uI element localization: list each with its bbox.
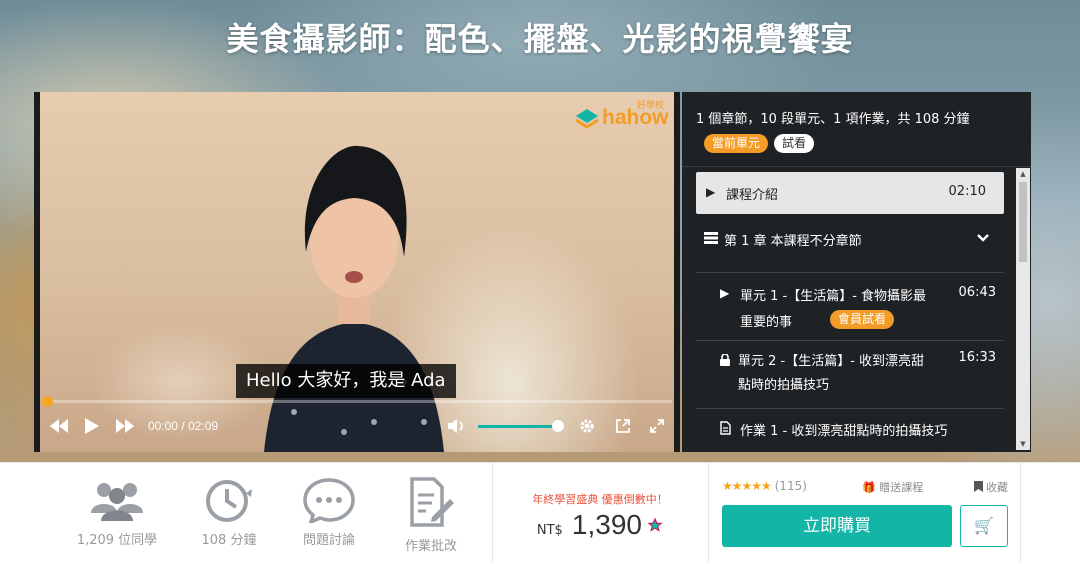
price-amount: 1,390 bbox=[571, 509, 642, 540]
add-to-cart-button[interactable]: 🛒 bbox=[960, 505, 1008, 547]
divider bbox=[1020, 463, 1021, 563]
unit-2-title-line1: 單元 2 -【生活篇】- 收到漂亮甜 bbox=[738, 354, 925, 369]
play-icon[interactable] bbox=[82, 408, 102, 444]
hahow-logo-icon bbox=[575, 109, 599, 129]
list-icon bbox=[704, 232, 718, 248]
chapter-row[interactable]: 第 1 章 本課程不分章節 bbox=[696, 228, 1004, 260]
outline-badges: 當前單元 試看 bbox=[704, 134, 815, 153]
users-icon bbox=[91, 483, 143, 521]
document-icon bbox=[720, 421, 731, 439]
rating-count: (115) bbox=[774, 479, 807, 493]
rating-stars: ★★★★★ bbox=[722, 479, 772, 493]
students-count: 1,209 位同學 bbox=[76, 533, 158, 548]
assignment-title: 作業 1 - 收到漂亮甜點時的拍攝技巧 bbox=[740, 424, 948, 439]
homework-label: 作業批改 bbox=[404, 539, 457, 554]
play-icon: ▶ bbox=[720, 286, 730, 300]
hahow-logo: hahow 好學校 bbox=[574, 101, 670, 132]
unit-2-title-line2: 點時的拍攝技巧 bbox=[738, 378, 830, 393]
current-unit-badge: 當前單元 bbox=[704, 134, 769, 153]
homework-edit-icon bbox=[410, 477, 454, 527]
progress-bar[interactable] bbox=[46, 400, 672, 403]
page-title: 美食攝影師：配色、擺盤、光影的視覺饗宴 bbox=[226, 20, 854, 58]
gift-course-link[interactable]: 🎁 贈送課程 bbox=[862, 479, 923, 495]
course-outline: 1 個章節，10 段單元、1 項作業，共 108 分鐘 當前單元 試看 ▶ 課程… bbox=[682, 92, 1031, 452]
stat-homework[interactable]: 作業批改 bbox=[376, 477, 486, 554]
price: NT$ 1,390 bbox=[494, 509, 706, 541]
list-item-assignment[interactable]: 作業 1 - 收到漂亮甜點時的拍攝技巧 bbox=[696, 418, 1004, 442]
clock-icon bbox=[206, 480, 252, 522]
list-item-unit-2[interactable]: 單元 2 -【生活篇】- 收到漂亮甜 16:33 點時的拍攝技巧 bbox=[696, 348, 1004, 402]
bookmark-icon bbox=[973, 481, 983, 492]
volume-icon[interactable] bbox=[446, 408, 468, 444]
row-separator bbox=[696, 408, 1004, 409]
course-info-bar: 1,209 位同學 108 分鐘 問題討論 作業批改 年終學習盛典 優惠倒數中！… bbox=[0, 462, 1080, 564]
intro-label: 課程介紹 bbox=[726, 188, 779, 203]
intro-duration: 02:10 bbox=[948, 184, 986, 199]
play-icon: ▶ bbox=[706, 185, 716, 199]
logo-subtext: 好學校 bbox=[636, 101, 664, 111]
outline-scrollbar[interactable]: ▲ ▼ bbox=[1016, 168, 1030, 450]
promo-text: 年終學習盛典 優惠倒數中！ bbox=[532, 493, 668, 506]
player-controls: 00:00 / 02:09 bbox=[34, 408, 680, 444]
divider bbox=[708, 463, 709, 563]
star-icon bbox=[647, 517, 663, 532]
fullscreen-icon[interactable] bbox=[646, 408, 668, 444]
member-trial-badge: 會員試看 bbox=[830, 310, 895, 329]
video-player[interactable] bbox=[34, 92, 680, 452]
stat-discussion[interactable]: 問題討論 bbox=[274, 477, 384, 548]
video-frame bbox=[40, 92, 674, 452]
unit-1-duration: 06:43 bbox=[958, 285, 996, 300]
stat-students: 1,209 位同學 bbox=[62, 477, 172, 548]
divider bbox=[492, 463, 493, 563]
scroll-down-icon[interactable]: ▼ bbox=[1016, 438, 1030, 450]
list-item-intro[interactable]: ▶ 課程介紹 02:10 bbox=[696, 172, 1004, 214]
popout-icon[interactable] bbox=[612, 408, 634, 444]
list-item-unit-1[interactable]: ▶ 單元 1 -【生活篇】- 食物攝影最 06:43 重要的事 會員試看 bbox=[696, 280, 1004, 336]
volume-handle[interactable] bbox=[552, 420, 564, 432]
scroll-thumb[interactable] bbox=[1019, 182, 1027, 262]
chapter-label: 第 1 章 本課程不分章節 bbox=[724, 234, 862, 249]
fast-forward-icon[interactable] bbox=[114, 408, 136, 444]
volume-slider[interactable] bbox=[478, 425, 558, 428]
unit-2-duration: 16:33 bbox=[958, 350, 996, 365]
current-time: 00:00 bbox=[148, 419, 179, 433]
purchase-box: ★★★★★ (115) 🎁 贈送課程 收藏 立即購買 🛒 bbox=[722, 479, 1020, 549]
outline-list: ▶ 課程介紹 02:10 第 1 章 本課程不分章節 ▶ 單元 1 -【生活篇】… bbox=[682, 168, 1015, 452]
favorite-label: 收藏 bbox=[986, 481, 1008, 494]
unit-1-title-line2: 重要的事 bbox=[740, 315, 793, 330]
total-time: 02:09 bbox=[188, 419, 219, 433]
outline-summary: 1 個章節，10 段單元、1 項作業，共 108 分鐘 bbox=[696, 112, 970, 127]
settings-gear-icon[interactable] bbox=[576, 408, 598, 444]
favorite-link[interactable]: 收藏 bbox=[973, 479, 1008, 495]
time-display: 00:00 / 02:09 bbox=[148, 408, 218, 444]
price-currency: NT$ bbox=[536, 523, 563, 538]
row-separator bbox=[696, 272, 1004, 273]
row-separator bbox=[696, 340, 1004, 341]
buy-now-button[interactable]: 立即購買 bbox=[722, 505, 952, 547]
chat-bubble-icon bbox=[303, 478, 355, 523]
chevron-down-icon[interactable] bbox=[976, 232, 990, 247]
rating[interactable]: ★★★★★ (115) bbox=[722, 479, 807, 493]
scroll-up-icon[interactable]: ▲ bbox=[1016, 168, 1030, 180]
gift-icon: 🎁 bbox=[862, 481, 876, 494]
trial-badge: 試看 bbox=[774, 134, 815, 153]
progress-handle[interactable] bbox=[42, 396, 53, 407]
time-separator: / bbox=[181, 419, 185, 433]
gift-label: 贈送課程 bbox=[879, 481, 924, 494]
rewind-icon[interactable] bbox=[48, 408, 70, 444]
lock-icon bbox=[720, 353, 730, 370]
volume-level bbox=[478, 425, 558, 428]
discussion-label: 問題討論 bbox=[302, 533, 355, 548]
cart-icon: 🛒 bbox=[974, 516, 994, 535]
video-subtitle: Hello 大家好，我是 Ada bbox=[236, 364, 456, 398]
outline-divider bbox=[682, 166, 1031, 167]
stat-minutes: 108 分鐘 bbox=[174, 477, 284, 548]
minutes-label: 108 分鐘 bbox=[201, 533, 257, 548]
unit-1-title-line1: 單元 1 -【生活篇】- 食物攝影最 bbox=[740, 289, 927, 304]
